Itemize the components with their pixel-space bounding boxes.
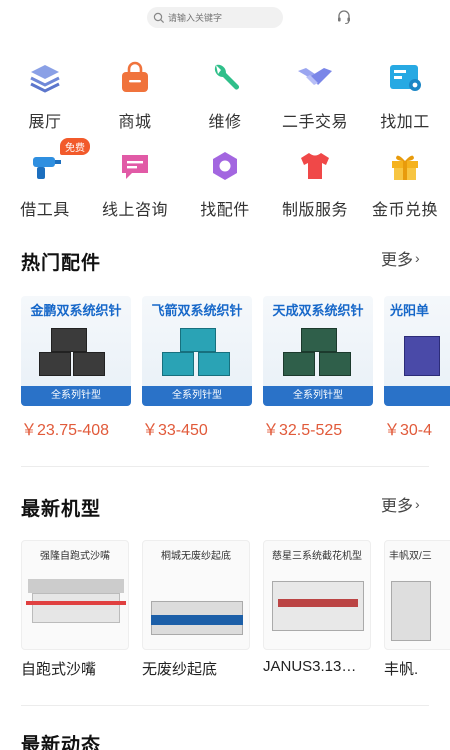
- machine-title: 丰帆.: [384, 661, 419, 678]
- grid-label: 商城: [118, 114, 152, 131]
- search-input[interactable]: [168, 12, 278, 23]
- grid-item-mall[interactable]: 商城: [90, 52, 180, 140]
- grid-item-online-consult[interactable]: 线上咨询: [90, 140, 180, 228]
- grid-item-second-hand[interactable]: 二手交易: [270, 52, 360, 140]
- more-label: 更多: [381, 498, 414, 515]
- grid-item-pattern-service[interactable]: 制版服务: [270, 140, 360, 228]
- product-caption: 全系列针型: [263, 386, 373, 406]
- machine-image: 桐城无废纱起底: [142, 540, 250, 650]
- new-machines-section: 最新机型 更多 › 强隆自跑式沙嘴 自跑式沙嘴 桐城无废纱起底 无废纱起底 慈星…: [0, 486, 450, 678]
- product-image: 金鹏双系统织针 全系列针型: [21, 296, 131, 406]
- news-section: 最新动态: [0, 726, 450, 750]
- chat-icon: [122, 155, 148, 179]
- top-bar: [0, 0, 450, 36]
- machine-card[interactable]: 慈星三系统截花机型 JANUS3.13…: [263, 540, 373, 679]
- grid-label: 制版服务: [281, 202, 348, 219]
- product-price: ￥33-450: [142, 422, 208, 439]
- grid-item-showroom[interactable]: 展厅: [0, 52, 90, 140]
- product-price: ￥23.75-408: [21, 422, 110, 439]
- search-icon: [153, 12, 165, 23]
- gift-icon: [392, 155, 418, 180]
- grid-label: 找配件: [200, 202, 250, 219]
- chevron-right-icon: ›: [415, 250, 420, 266]
- hot-parts-section: 热门配件 更多 › 金鹏双系统织针 全系列针型 ￥23.75-408 飞箭双系统织…: [0, 240, 450, 439]
- wrench-icon: [214, 64, 239, 90]
- machine-title: 自跑式沙嘴: [21, 661, 97, 678]
- more-link[interactable]: 更多 ›: [381, 492, 420, 516]
- product-price: ￥32.5-525: [263, 422, 343, 439]
- product-caption: 全系列针型: [21, 386, 131, 406]
- more-link[interactable]: 更多 ›: [381, 246, 420, 270]
- grid-label: 二手交易: [281, 114, 348, 131]
- machine-icon: [390, 65, 421, 91]
- grid-label: 维修: [208, 114, 242, 131]
- section-title: 最新机型: [21, 499, 102, 520]
- machines-list[interactable]: 强隆自跑式沙嘴 自跑式沙嘴 桐城无废纱起底 无废纱起底 慈星三系统截花机型 JA…: [21, 540, 450, 685]
- machine-card[interactable]: 强隆自跑式沙嘴 自跑式沙嘴: [21, 540, 131, 679]
- product-image-title: 光阳单: [390, 303, 430, 318]
- product-card[interactable]: 飞箭双系统织针 全系列针型 ￥33-450: [142, 296, 252, 440]
- section-divider: [21, 466, 429, 467]
- section-divider: [21, 705, 429, 706]
- chevron-right-icon: ›: [415, 496, 420, 512]
- grid-label: 展厅: [28, 114, 62, 131]
- machine-image-title: 强隆自跑式沙嘴: [40, 551, 110, 562]
- gear-icon: [213, 152, 237, 180]
- grid-item-coin-exchange[interactable]: 金币兑换: [360, 140, 450, 228]
- grid-item-processing[interactable]: 找加工: [360, 52, 450, 140]
- grid-item-find-parts[interactable]: 找配件: [180, 140, 270, 228]
- search-box[interactable]: [147, 7, 283, 28]
- product-card[interactable]: 天成双系统织针 全系列针型 ￥32.5-525: [263, 296, 373, 440]
- grid-item-borrow-tools[interactable]: 免费 借工具: [0, 138, 90, 228]
- product-image: 天成双系统织针 全系列针型: [263, 296, 373, 406]
- shopping-bag-icon: [122, 61, 148, 92]
- product-image: 飞箭双系统织针 全系列针型: [142, 296, 252, 406]
- machine-title: JANUS3.13…: [263, 658, 357, 675]
- machine-image-title: 慈星三系统截花机型: [272, 551, 362, 562]
- machine-image: 慈星三系统截花机型: [263, 540, 371, 650]
- shirt-icon: [301, 153, 329, 179]
- product-card[interactable]: 金鹏双系统织针 全系列针型 ￥23.75-408: [21, 296, 131, 440]
- product-image-title: 飞箭双系统织针: [151, 303, 243, 318]
- function-grid: 展厅 商城 维修 二手交易 找加工 免费 借工具 线上咨询 找配件 制版服务 金…: [0, 52, 450, 228]
- grid-label: 线上咨询: [101, 202, 168, 219]
- more-label: 更多: [381, 252, 414, 269]
- product-caption: 全系列针型: [142, 386, 252, 406]
- product-image-title: 天成双系统织针: [272, 303, 364, 318]
- machine-card[interactable]: 桐城无废纱起底 无废纱起底: [142, 540, 252, 679]
- machine-image: 丰帆双/三: [384, 540, 450, 650]
- grid-label: 借工具: [20, 202, 70, 219]
- section-title: 最新动态: [21, 735, 102, 750]
- grid-label: 找加工: [380, 114, 430, 131]
- drill-icon: [33, 157, 61, 179]
- handshake-icon: [298, 68, 332, 85]
- free-badge: 免费: [60, 138, 90, 155]
- product-card[interactable]: 光阳单 ￥30-4: [384, 296, 450, 440]
- product-image: 光阳单: [384, 296, 450, 406]
- headset-icon[interactable]: [336, 9, 352, 25]
- machine-image-title: 丰帆双/三: [389, 551, 432, 562]
- section-title: 热门配件: [21, 253, 102, 274]
- machine-title: 无废纱起底: [142, 661, 218, 678]
- grid-item-repair[interactable]: 维修: [180, 52, 270, 140]
- product-image-title: 金鹏双系统织针: [30, 303, 122, 318]
- machine-image-title: 桐城无废纱起底: [161, 551, 231, 562]
- product-price: ￥30-4: [384, 422, 433, 439]
- machine-image: 强隆自跑式沙嘴: [21, 540, 129, 650]
- hot-parts-list[interactable]: 金鹏双系统织针 全系列针型 ￥23.75-408 飞箭双系统织针 全系列针型 ￥…: [21, 296, 450, 441]
- grid-label: 金币兑换: [371, 202, 438, 219]
- layers-icon: [30, 65, 60, 93]
- machine-card[interactable]: 丰帆双/三 丰帆.: [384, 540, 450, 679]
